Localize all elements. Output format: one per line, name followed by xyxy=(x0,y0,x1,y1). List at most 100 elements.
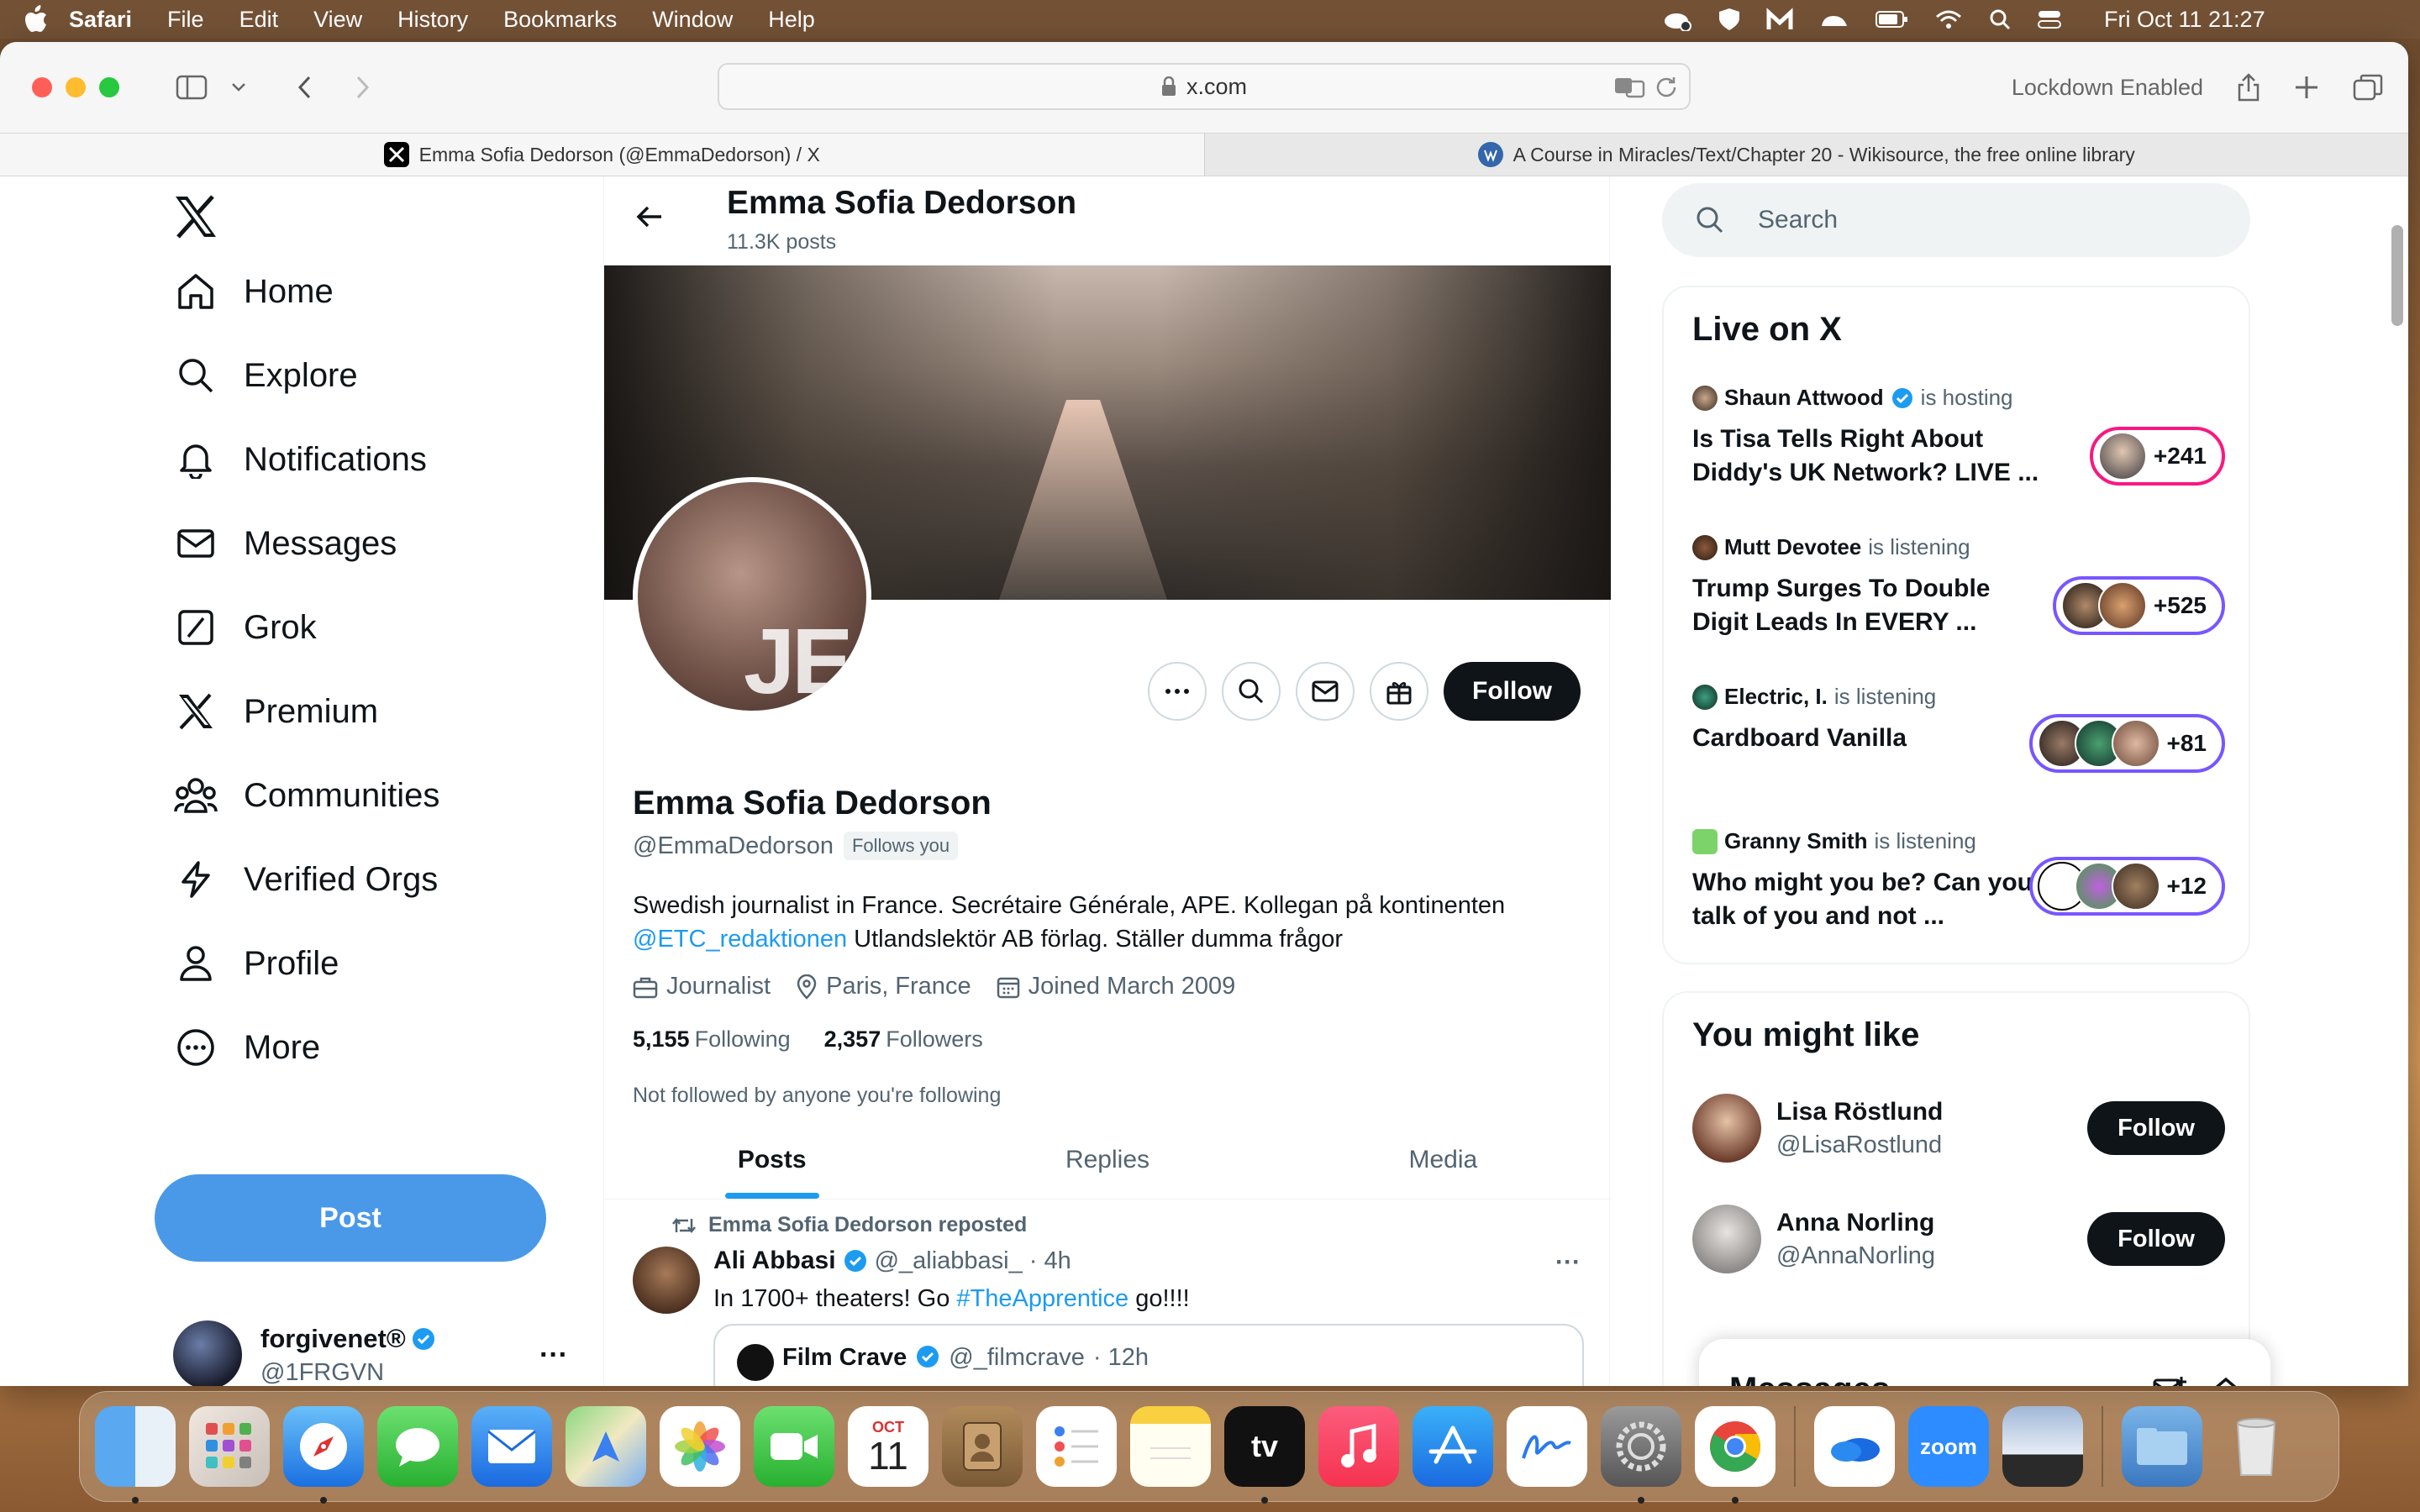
nav-messages[interactable]: Messages xyxy=(173,521,397,566)
nav-home[interactable]: Home xyxy=(173,269,334,314)
post-button[interactable]: Post xyxy=(155,1174,546,1262)
forward-icon[interactable] xyxy=(341,66,385,109)
search-profile-button[interactable] xyxy=(1222,662,1281,721)
preview-icon[interactable] xyxy=(2002,1406,2083,1487)
account-switcher[interactable]: forgivenet® @1FRGVN ··· xyxy=(173,1320,568,1386)
x-logo-icon[interactable] xyxy=(173,195,218,239)
photos-icon[interactable] xyxy=(660,1406,740,1487)
menu-window[interactable]: Window xyxy=(652,7,733,33)
minimize-window-button[interactable] xyxy=(66,77,86,97)
tweet-author[interactable]: Ali Abbasi xyxy=(713,1247,836,1275)
nav-communities[interactable]: Communities xyxy=(173,773,439,818)
tweet-handle[interactable]: @_aliabbasi_ xyxy=(875,1247,1023,1275)
maps-icon[interactable] xyxy=(566,1406,646,1487)
zoom-window-button[interactable] xyxy=(99,77,119,97)
nav-profile[interactable]: Profile xyxy=(173,941,339,986)
live-listeners-pill[interactable]: +81 xyxy=(2028,714,2225,773)
follow-button[interactable]: Follow xyxy=(2087,1212,2225,1266)
suggestion-item[interactable]: Anna Norling @AnnaNorling Follow xyxy=(1692,1205,2225,1273)
quoted-tweet[interactable]: Film Crave @_filmcrave · 12h xyxy=(713,1324,1584,1386)
launchpad-icon[interactable] xyxy=(189,1406,270,1487)
menu-help[interactable]: Help xyxy=(768,7,815,33)
close-window-button[interactable] xyxy=(32,77,52,97)
more-dots-icon[interactable]: ··· xyxy=(539,1339,568,1372)
control-center-icon[interactable] xyxy=(2037,7,2062,32)
profile-avatar[interactable]: JE xyxy=(633,477,871,716)
live-item[interactable]: Shaun Attwood is hosting Is Tisa Tells R… xyxy=(1692,385,2225,490)
avatar[interactable] xyxy=(633,1247,700,1314)
new-tab-icon[interactable] xyxy=(2294,75,2319,100)
follow-button[interactable]: Follow xyxy=(2087,1101,2225,1155)
page-scrollbar[interactable] xyxy=(2391,225,2403,326)
tweet-time[interactable]: · 4h xyxy=(1029,1247,1071,1275)
new-message-icon[interactable] xyxy=(2153,1375,2186,1386)
nav-grok[interactable]: Grok xyxy=(173,605,317,650)
more-options-button[interactable] xyxy=(1148,662,1207,721)
chrome-icon[interactable] xyxy=(1695,1406,1776,1504)
tab-media[interactable]: Media xyxy=(1276,1121,1611,1199)
live-listeners-pill[interactable]: +12 xyxy=(2028,857,2225,916)
reminders-icon[interactable] xyxy=(1036,1406,1117,1487)
tab-wikisource[interactable]: A Course in Miracles/Text/Chapter 20 - W… xyxy=(1205,134,2409,176)
live-item[interactable]: Granny Smith is listening Who might you … xyxy=(1692,828,2225,933)
messages-app-icon[interactable] xyxy=(377,1406,458,1487)
notes-icon[interactable] xyxy=(1130,1406,1211,1487)
cloud-status-icon[interactable] xyxy=(1662,7,1692,32)
messages-drawer[interactable]: Messages xyxy=(1699,1339,2270,1386)
back-arrow-icon[interactable] xyxy=(634,202,665,232)
chevrons-up-icon[interactable] xyxy=(2212,1377,2240,1386)
menu-edit[interactable]: Edit xyxy=(239,7,279,33)
cloudflare-icon[interactable] xyxy=(1818,7,1850,32)
live-item[interactable]: Mutt Devotee is listening Trump Surges T… xyxy=(1692,534,2225,639)
tweet[interactable]: Emma Sofia Dedorson reposted Ali Abbasi … xyxy=(604,1200,1611,1386)
nav-premium[interactable]: Premium xyxy=(173,689,378,734)
nav-explore[interactable]: Explore xyxy=(173,353,358,398)
shield-icon[interactable] xyxy=(1718,7,1741,32)
tab-overview-icon[interactable] xyxy=(2353,74,2383,101)
live-listeners-pill[interactable]: +241 xyxy=(2089,427,2225,486)
malwarebytes-icon[interactable] xyxy=(1766,7,1793,32)
finder-icon[interactable] xyxy=(95,1406,176,1504)
tweet-more-icon[interactable]: ··· xyxy=(1555,1248,1581,1277)
downloads-folder-icon[interactable] xyxy=(2122,1406,2202,1487)
address-bar[interactable]: x.com xyxy=(718,63,1691,110)
bio-mention-link[interactable]: @ETC_redaktionen xyxy=(633,926,847,953)
share-icon[interactable] xyxy=(2237,73,2260,102)
nav-notifications[interactable]: Notifications xyxy=(173,437,427,482)
chevron-down-icon[interactable] xyxy=(229,66,249,109)
live-item[interactable]: Electric, I. is listening Cardboard Vani… xyxy=(1692,684,2225,773)
apple-menu-icon[interactable] xyxy=(24,5,69,34)
back-icon[interactable] xyxy=(282,66,326,109)
zoom-icon[interactable]: zoom xyxy=(1908,1406,1989,1487)
mail-icon[interactable] xyxy=(471,1406,552,1487)
menu-bookmarks[interactable]: Bookmarks xyxy=(503,7,617,33)
system-settings-icon[interactable] xyxy=(1601,1406,1681,1504)
spotlight-search-icon[interactable] xyxy=(1988,7,2012,32)
tab-replies[interactable]: Replies xyxy=(939,1121,1275,1199)
menu-app-name[interactable]: Safari xyxy=(69,7,132,33)
menu-view[interactable]: View xyxy=(313,7,362,33)
facetime-icon[interactable] xyxy=(754,1406,834,1487)
tab-emma-profile[interactable]: Emma Sofia Dedorson (@EmmaDedorson) / X xyxy=(0,134,1205,176)
app-store-icon[interactable] xyxy=(1413,1406,1493,1487)
follow-button[interactable]: Follow xyxy=(1444,662,1581,721)
nav-more[interactable]: More xyxy=(173,1025,320,1070)
suggestion-item[interactable]: Lisa Röstlund @LisaRostlund Follow xyxy=(1692,1094,2225,1163)
music-icon[interactable] xyxy=(1318,1406,1399,1487)
menu-file[interactable]: File xyxy=(167,7,204,33)
sidebar-toggle-icon[interactable] xyxy=(170,66,213,109)
trash-icon[interactable] xyxy=(2216,1406,2296,1487)
menubar-clock[interactable]: Fri Oct 11 21:27 xyxy=(2104,7,2265,33)
following-link[interactable]: 5,155 Following xyxy=(633,1026,791,1053)
onedrive-icon[interactable] xyxy=(1814,1406,1895,1487)
message-button[interactable] xyxy=(1296,662,1355,721)
gift-button[interactable] xyxy=(1370,662,1429,721)
repost-label[interactable]: Emma Sofia Dedorson reposted xyxy=(708,1213,1027,1237)
nav-verified-orgs[interactable]: Verified Orgs xyxy=(173,857,438,902)
hashtag-link[interactable]: #TheApprentice xyxy=(956,1285,1128,1312)
apple-tv-icon[interactable]: tv xyxy=(1224,1406,1305,1504)
search-input[interactable]: Search xyxy=(1662,183,2250,257)
live-listeners-pill[interactable]: +525 xyxy=(2052,576,2225,635)
translate-icon[interactable] xyxy=(1613,75,1645,98)
safari-icon[interactable] xyxy=(283,1406,364,1504)
